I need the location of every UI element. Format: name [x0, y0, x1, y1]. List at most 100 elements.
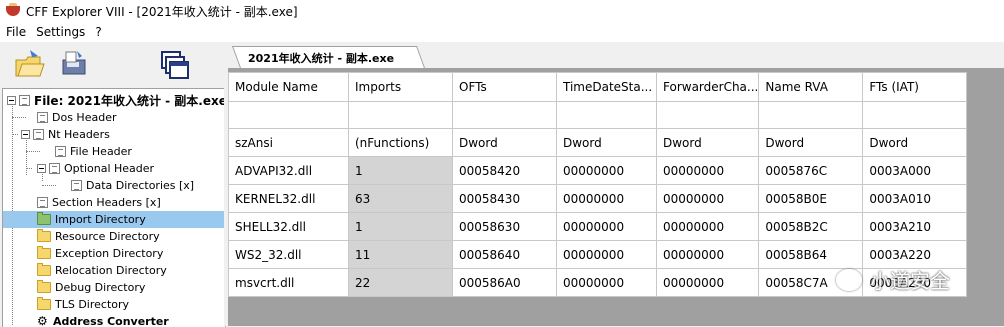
- tree-item-label: Dos Header: [52, 111, 116, 124]
- tree-item-data-directories[interactable]: Data Directories [x]: [71, 177, 194, 194]
- collapse-icon[interactable]: [21, 130, 30, 139]
- table-row-cell[interactable]: 0003A010: [863, 185, 967, 213]
- tree-item-file-header[interactable]: File Header: [55, 143, 132, 160]
- table-row-cell[interactable]: 00000000: [657, 241, 759, 269]
- table-row-cell[interactable]: 11: [349, 241, 453, 269]
- table-row-cell[interactable]: 00058B0E: [759, 185, 863, 213]
- folder-icon: [37, 265, 51, 276]
- table-row-cell[interactable]: 63: [349, 185, 453, 213]
- table-row-cell[interactable]: SHELL32.dll: [229, 213, 349, 241]
- menu-bar: File Settings ?: [0, 22, 1004, 42]
- windows-button[interactable]: [158, 48, 192, 82]
- windows-icon: [158, 48, 192, 82]
- table-row-cell[interactable]: 0003A000: [863, 157, 967, 185]
- tree-root-file[interactable]: File: 2021年收入统计 - 副本.exe: [7, 92, 226, 109]
- table-row-cell[interactable]: msvcrt.dll: [229, 269, 349, 297]
- folder-icon: [37, 248, 51, 259]
- tree-item-tls-directory[interactable]: TLS Directory: [37, 296, 129, 313]
- type-row-cell[interactable]: szAnsi: [229, 129, 349, 157]
- collapse-icon[interactable]: [37, 164, 46, 173]
- table-row-cell[interactable]: 00000000: [657, 157, 759, 185]
- table-row-cell[interactable]: 00058640: [453, 241, 557, 269]
- menu-settings[interactable]: Settings: [31, 25, 90, 39]
- table-row[interactable]: ADVAPI32.dll1000584200000000000000000000…: [229, 157, 967, 185]
- column-header-row-cell[interactable]: Imports: [349, 73, 453, 102]
- table-row-cell[interactable]: 22: [349, 269, 453, 297]
- app-icon: [6, 6, 20, 16]
- tree-item-section-headers[interactable]: Section Headers [x]: [37, 194, 161, 211]
- import-directory-table[interactable]: Module NameImportsOFTsTimeDateSta...Forw…: [228, 72, 967, 297]
- table-row-cell[interactable]: 1: [349, 213, 453, 241]
- tree-item-exception-directory[interactable]: Exception Directory: [37, 245, 163, 262]
- type-row-cell[interactable]: Dword: [453, 129, 557, 157]
- tree-item-relocation-directory[interactable]: Relocation Directory: [37, 262, 167, 279]
- tree-item-label: File Header: [70, 145, 132, 158]
- table-row-cell[interactable]: 00058430: [453, 185, 557, 213]
- filter-row-cell[interactable]: [557, 102, 657, 129]
- file-icon: [19, 95, 30, 106]
- table-row-cell[interactable]: 00058B2C: [759, 213, 863, 241]
- column-header-row-cell[interactable]: ForwarderCha...: [657, 73, 759, 102]
- table-row[interactable]: SHELL32.dll10005863000000000000000000005…: [229, 213, 967, 241]
- type-row[interactable]: szAnsi(nFunctions)DwordDwordDwordDwordDw…: [229, 129, 967, 157]
- title-bar: CFF Explorer VIII - [2021年收入统计 - 副本.exe]: [0, 0, 1004, 22]
- table-row-cell[interactable]: 00000000: [657, 185, 759, 213]
- table-row[interactable]: KERNEL32.dll6300058430000000000000000000…: [229, 185, 967, 213]
- menu-help[interactable]: ?: [90, 25, 106, 39]
- tree-item-optional-header[interactable]: Optional Header: [37, 160, 154, 177]
- filter-row-cell[interactable]: [759, 102, 863, 129]
- menu-file[interactable]: File: [0, 25, 31, 39]
- column-header-row-cell[interactable]: Module Name: [229, 73, 349, 102]
- tree-item-address-converter[interactable]: Address Converter: [37, 313, 169, 327]
- filter-row-cell[interactable]: [863, 102, 967, 129]
- table-row-cell[interactable]: 00000000: [657, 269, 759, 297]
- tree-item-import-directory[interactable]: Import Directory: [3, 211, 225, 228]
- column-header-row-cell[interactable]: TimeDateSta...: [557, 73, 657, 102]
- type-row-cell[interactable]: Dword: [863, 129, 967, 157]
- table-row-cell[interactable]: 000586A0: [453, 269, 557, 297]
- file-tree-panel[interactable]: File: 2021年收入统计 - 副本.exe Dos Header Nt H…: [2, 88, 226, 327]
- table-row-cell[interactable]: 0003A210: [863, 213, 967, 241]
- tree-item-resource-directory[interactable]: Resource Directory: [37, 228, 160, 245]
- table-row-cell[interactable]: 1: [349, 157, 453, 185]
- header-icon: [33, 129, 44, 140]
- type-row-cell[interactable]: (nFunctions): [349, 129, 453, 157]
- filter-row[interactable]: [229, 102, 967, 129]
- filter-row-cell[interactable]: [229, 102, 349, 129]
- table-row-cell[interactable]: 0005876C: [759, 157, 863, 185]
- tree-item-nt-headers[interactable]: Nt Headers: [21, 126, 110, 143]
- filter-row-cell[interactable]: [657, 102, 759, 129]
- save-button[interactable]: [58, 48, 92, 82]
- filter-row-cell[interactable]: [453, 102, 557, 129]
- table-row-cell[interactable]: 00000000: [557, 157, 657, 185]
- table-row-cell[interactable]: 00058420: [453, 157, 557, 185]
- folder-icon: [37, 299, 51, 310]
- table-row-cell[interactable]: KERNEL32.dll: [229, 185, 349, 213]
- wechat-icon: [836, 269, 862, 291]
- type-row-cell[interactable]: Dword: [759, 129, 863, 157]
- folder-open-icon: [37, 214, 51, 225]
- table-row-cell[interactable]: WS2_32.dll: [229, 241, 349, 269]
- tree-item-dos-header[interactable]: Dos Header: [37, 109, 116, 126]
- type-row-cell[interactable]: Dword: [557, 129, 657, 157]
- column-header-row-cell[interactable]: FTs (IAT): [863, 73, 967, 102]
- table-row-cell[interactable]: 00000000: [557, 241, 657, 269]
- column-header-row-cell[interactable]: Name RVA: [759, 73, 863, 102]
- table-row-cell[interactable]: 00000000: [557, 213, 657, 241]
- folder-icon: [37, 282, 51, 293]
- open-file-button[interactable]: [12, 48, 46, 82]
- table-row-cell[interactable]: 00000000: [657, 213, 759, 241]
- tree-root-label: File: 2021年收入统计 - 副本.exe: [34, 92, 226, 109]
- filter-row-cell[interactable]: [349, 102, 453, 129]
- folder-icon: [37, 231, 51, 242]
- type-row-cell[interactable]: Dword: [657, 129, 759, 157]
- save-disk-icon: [58, 48, 92, 82]
- table-row-cell[interactable]: 00000000: [557, 269, 657, 297]
- tree-item-debug-directory[interactable]: Debug Directory: [37, 279, 145, 296]
- table-row-cell[interactable]: ADVAPI32.dll: [229, 157, 349, 185]
- table-row-cell[interactable]: 00000000: [557, 185, 657, 213]
- column-header-row-cell[interactable]: OFTs: [453, 73, 557, 102]
- column-header-row[interactable]: Module NameImportsOFTsTimeDateSta...Forw…: [229, 73, 967, 102]
- collapse-icon[interactable]: [7, 96, 16, 105]
- table-row-cell[interactable]: 00058630: [453, 213, 557, 241]
